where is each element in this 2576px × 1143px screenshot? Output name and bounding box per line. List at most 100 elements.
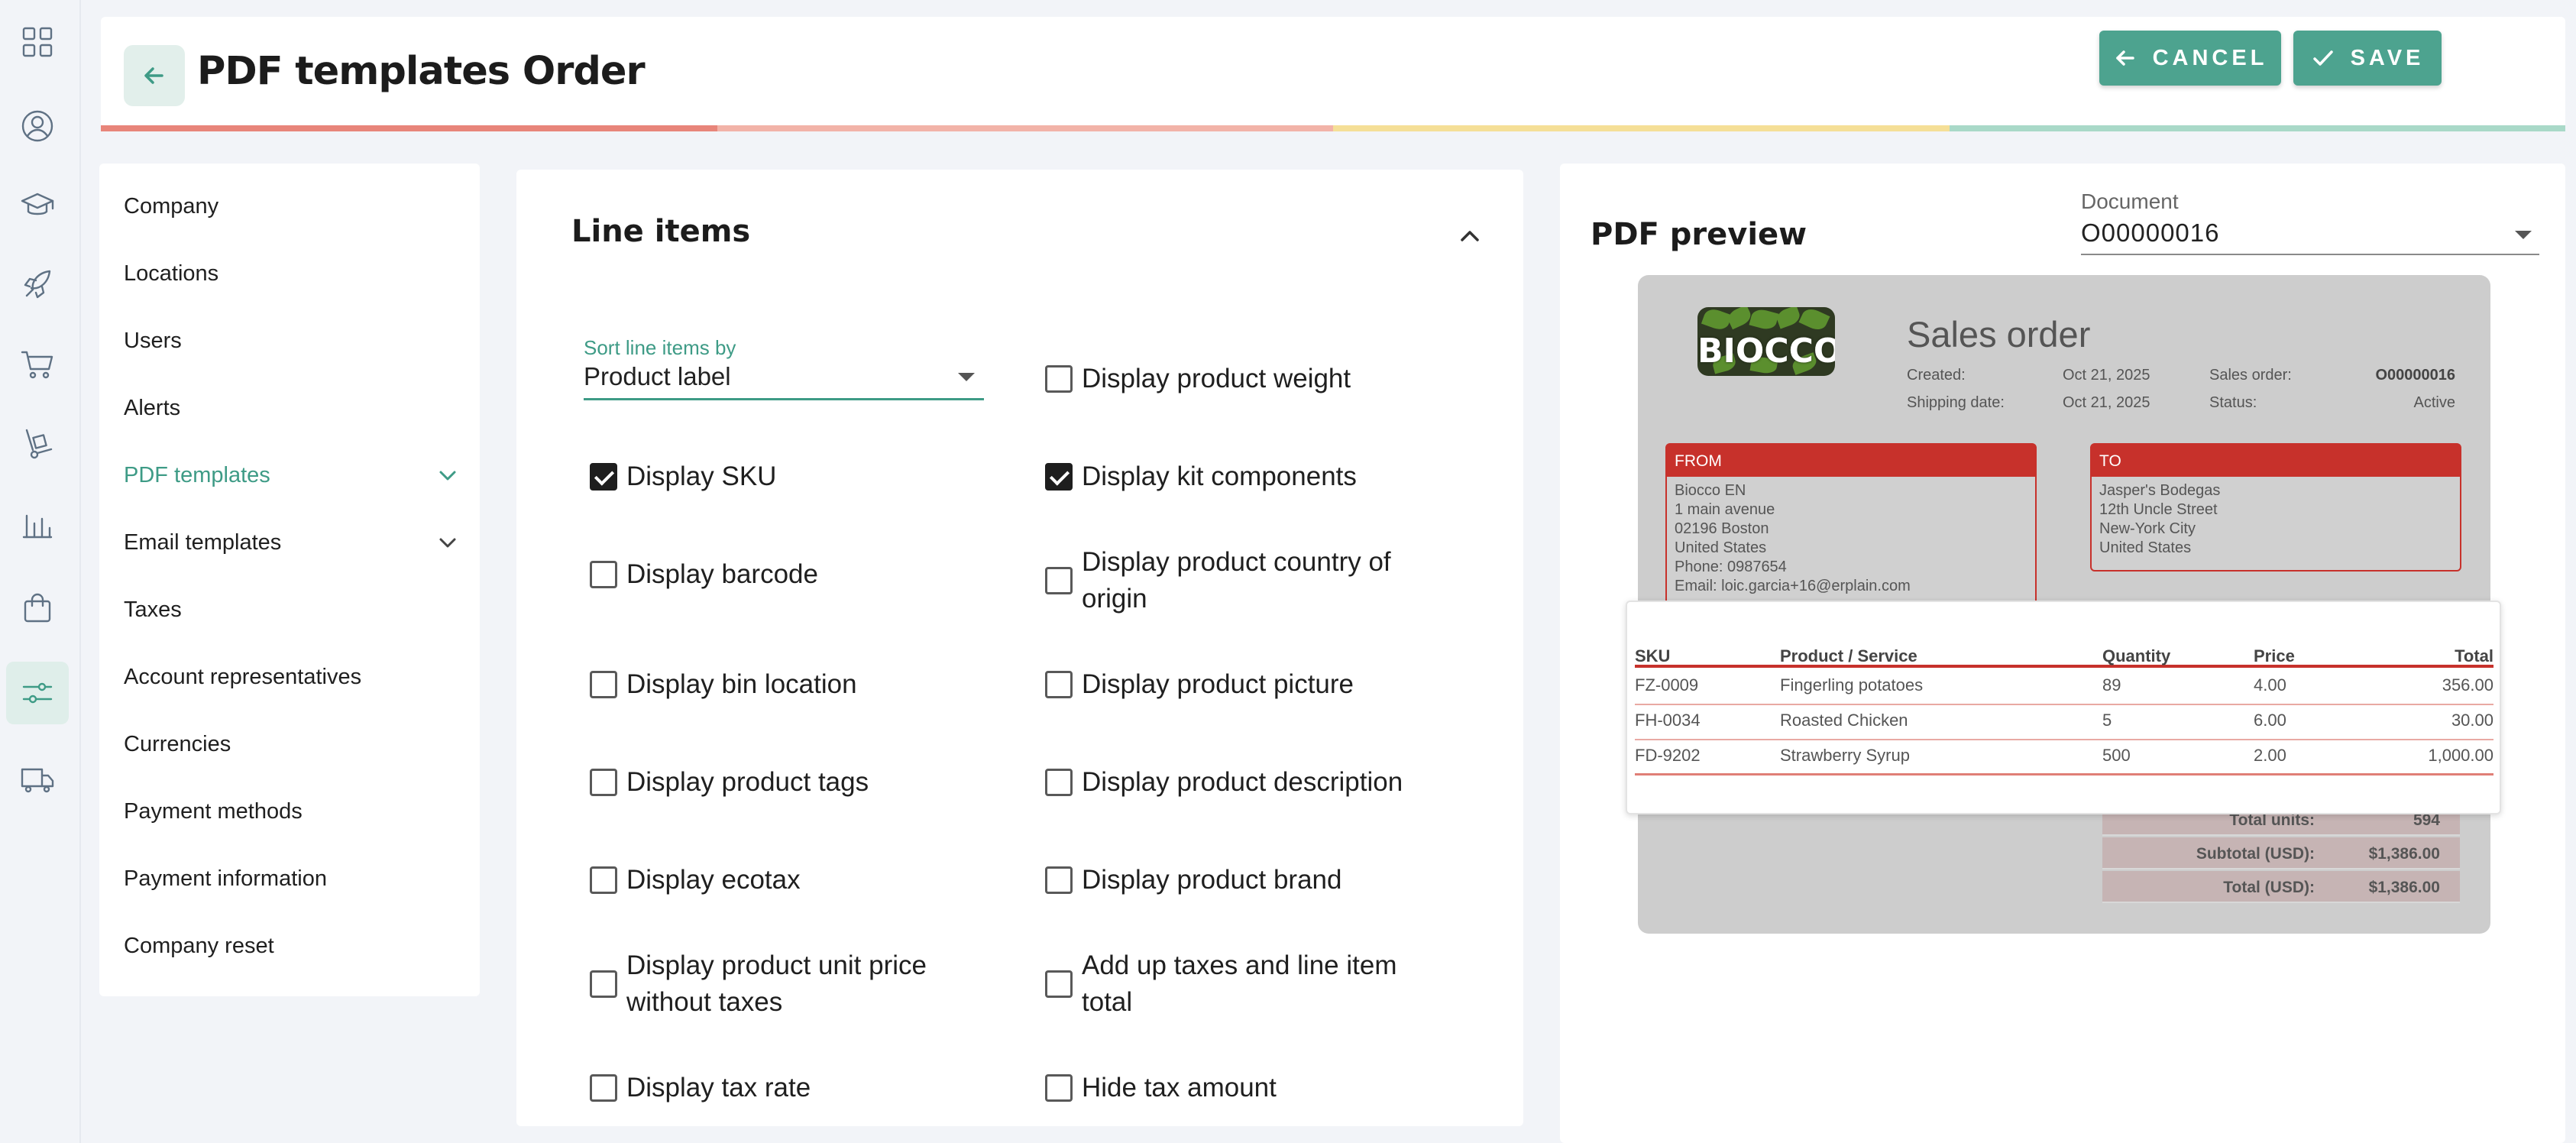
checkbox[interactable] <box>1045 970 1073 998</box>
checkbox[interactable] <box>1045 365 1073 393</box>
checkbox[interactable] <box>590 970 617 998</box>
nav-item-email-templates[interactable]: Email templates <box>124 520 460 565</box>
option-display-product-picture[interactable]: Display product picture <box>1045 666 1442 703</box>
chevron-down-icon[interactable] <box>435 530 460 555</box>
option-display-bin-location[interactable]: Display bin location <box>590 666 987 703</box>
back-button[interactable] <box>124 45 185 106</box>
document-field-label: Document <box>2081 189 2179 213</box>
save-button-label: SAVE <box>2350 45 2425 70</box>
option-display-barcode[interactable]: Display barcode <box>590 556 987 593</box>
document-select-value: O00000016 <box>2081 219 2220 247</box>
option-label: Display product country of origin <box>1082 547 1391 614</box>
checkbox[interactable] <box>590 561 617 588</box>
option-hide-tax-amount[interactable]: Hide tax amount <box>1045 1070 1442 1106</box>
chevron-down-icon[interactable] <box>435 463 460 487</box>
address-line: Email: loic.garcia+16@erplain.com <box>1675 578 1911 594</box>
option-label: Add up taxes and line item total <box>1082 950 1397 1017</box>
bar-chart-icon[interactable] <box>6 492 69 555</box>
nav-item-label: Currencies <box>124 731 231 756</box>
nav-item-company[interactable]: Company <box>124 183 460 229</box>
graduation-cap-icon[interactable] <box>6 174 69 237</box>
nav-item-taxes[interactable]: Taxes <box>124 587 460 633</box>
nav-item-users[interactable]: Users <box>124 318 460 364</box>
checkbox[interactable] <box>1045 567 1073 594</box>
checkbox[interactable] <box>1045 769 1073 796</box>
option-add-up-taxes-and-line-item-total[interactable]: Add up taxes and line item total <box>1045 947 1427 1021</box>
checkbox[interactable] <box>1045 1074 1073 1102</box>
nav-item-payment-methods[interactable]: Payment methods <box>124 788 460 834</box>
document-select[interactable]: O00000016 <box>2081 214 2539 255</box>
hand-truck-icon[interactable] <box>6 413 69 475</box>
nav-item-label: Email templates <box>124 529 282 555</box>
option-display-sku[interactable]: Display SKU <box>590 458 987 495</box>
checkbox[interactable] <box>590 1074 617 1102</box>
option-display-product-tags[interactable]: Display product tags <box>590 764 987 801</box>
collapse-button[interactable] <box>1455 220 1485 251</box>
section-title: Line items <box>571 214 751 249</box>
nav-item-label: Company <box>124 193 219 219</box>
option-display-tax-rate[interactable]: Display tax rate <box>590 1070 987 1106</box>
rocket-icon[interactable] <box>6 254 69 316</box>
sort-line-items-select[interactable]: Product label <box>584 361 984 400</box>
table-cell: 5 <box>2102 711 2112 730</box>
address-line: Biocco EN <box>1675 482 1746 499</box>
nav-item-pdf-templates[interactable]: PDF templates <box>124 452 460 498</box>
table-cell: 356.00 <box>2442 675 2493 695</box>
option-label: Display ecotax <box>626 865 801 895</box>
shipping-date-value: Oct 21, 2025 <box>2063 394 2150 411</box>
table-row: FH-0034 Roasted Chicken 5 6.00 30.00 <box>1635 706 2493 740</box>
checkbox[interactable] <box>590 671 617 698</box>
totals-label: Total (USD): <box>2223 879 2315 896</box>
option-label: Display bin location <box>626 669 857 699</box>
checkbox[interactable] <box>1045 866 1073 894</box>
status-label: Status: <box>2209 394 2257 411</box>
page-title: PDF templates Order <box>197 49 646 94</box>
truck-icon[interactable] <box>6 747 69 810</box>
nav-item-label: Company reset <box>124 933 274 958</box>
shopping-bag-icon[interactable] <box>6 576 69 639</box>
cancel-button[interactable]: CANCEL <box>2099 31 2281 86</box>
nav-item-account-representatives[interactable]: Account representatives <box>124 654 460 700</box>
option-display-product-weight[interactable]: Display product weight <box>1045 361 1442 397</box>
nav-item-locations[interactable]: Locations <box>124 251 460 296</box>
save-button[interactable]: SAVE <box>2293 31 2442 86</box>
option-display-kit-components[interactable]: Display kit components <box>1045 458 1442 495</box>
option-label: Display SKU <box>626 461 777 491</box>
cart-icon[interactable] <box>6 333 69 396</box>
table-cell: 89 <box>2102 675 2121 695</box>
checkbox[interactable] <box>590 463 617 491</box>
option-display-ecotax[interactable]: Display ecotax <box>590 862 987 899</box>
table-cell: Fingerling potatoes <box>1780 675 1924 695</box>
checkbox[interactable] <box>590 769 617 796</box>
grid-icon[interactable] <box>6 11 69 73</box>
totals-row-total: Total (USD): $1,386.00 <box>2102 871 2460 903</box>
checkbox[interactable] <box>1045 463 1073 491</box>
from-address-box: FROM Biocco EN 1 main avenue 02196 Bosto… <box>1665 443 2037 611</box>
settings-sliders-icon[interactable] <box>6 662 69 724</box>
column-header: Quantity <box>2102 646 2171 665</box>
option-display-product-brand[interactable]: Display product brand <box>1045 862 1442 899</box>
option-display-product-country-of-origin[interactable]: Display product country of origin <box>1045 544 1458 617</box>
pdf-document-title: Sales order <box>1907 314 2091 355</box>
checkbox[interactable] <box>1045 671 1073 698</box>
nav-item-payment-information[interactable]: Payment information <box>124 856 460 902</box>
nav-item-label: Account representatives <box>124 664 362 689</box>
nav-item-currencies[interactable]: Currencies <box>124 721 460 767</box>
settings-nav: Company Locations Users Alerts PDF templ… <box>99 164 480 996</box>
nav-item-label: PDF templates <box>124 462 270 487</box>
table-cell: 4.00 <box>2254 675 2286 695</box>
option-label: Display product description <box>1082 767 1403 797</box>
option-display-product-unit-price-without-taxes[interactable]: Display product unit price without taxes <box>590 947 972 1021</box>
nav-item-alerts[interactable]: Alerts <box>124 385 460 431</box>
nav-item-company-reset[interactable]: Company reset <box>124 923 460 969</box>
sales-order-label: Sales order: <box>2209 367 2292 384</box>
color-bar-segment <box>1333 125 1950 131</box>
table-row: FZ-0009 Fingerling potatoes 89 4.00 356.… <box>1635 671 2493 705</box>
arrow-left-icon <box>144 67 163 84</box>
sort-select-value: Product label <box>584 362 731 390</box>
checkbox[interactable] <box>590 866 617 894</box>
address-line: United States <box>2099 539 2192 556</box>
logo-text: BIOCCO <box>1697 332 1835 371</box>
option-display-product-description[interactable]: Display product description <box>1045 764 1473 801</box>
user-circle-icon[interactable] <box>6 95 69 157</box>
